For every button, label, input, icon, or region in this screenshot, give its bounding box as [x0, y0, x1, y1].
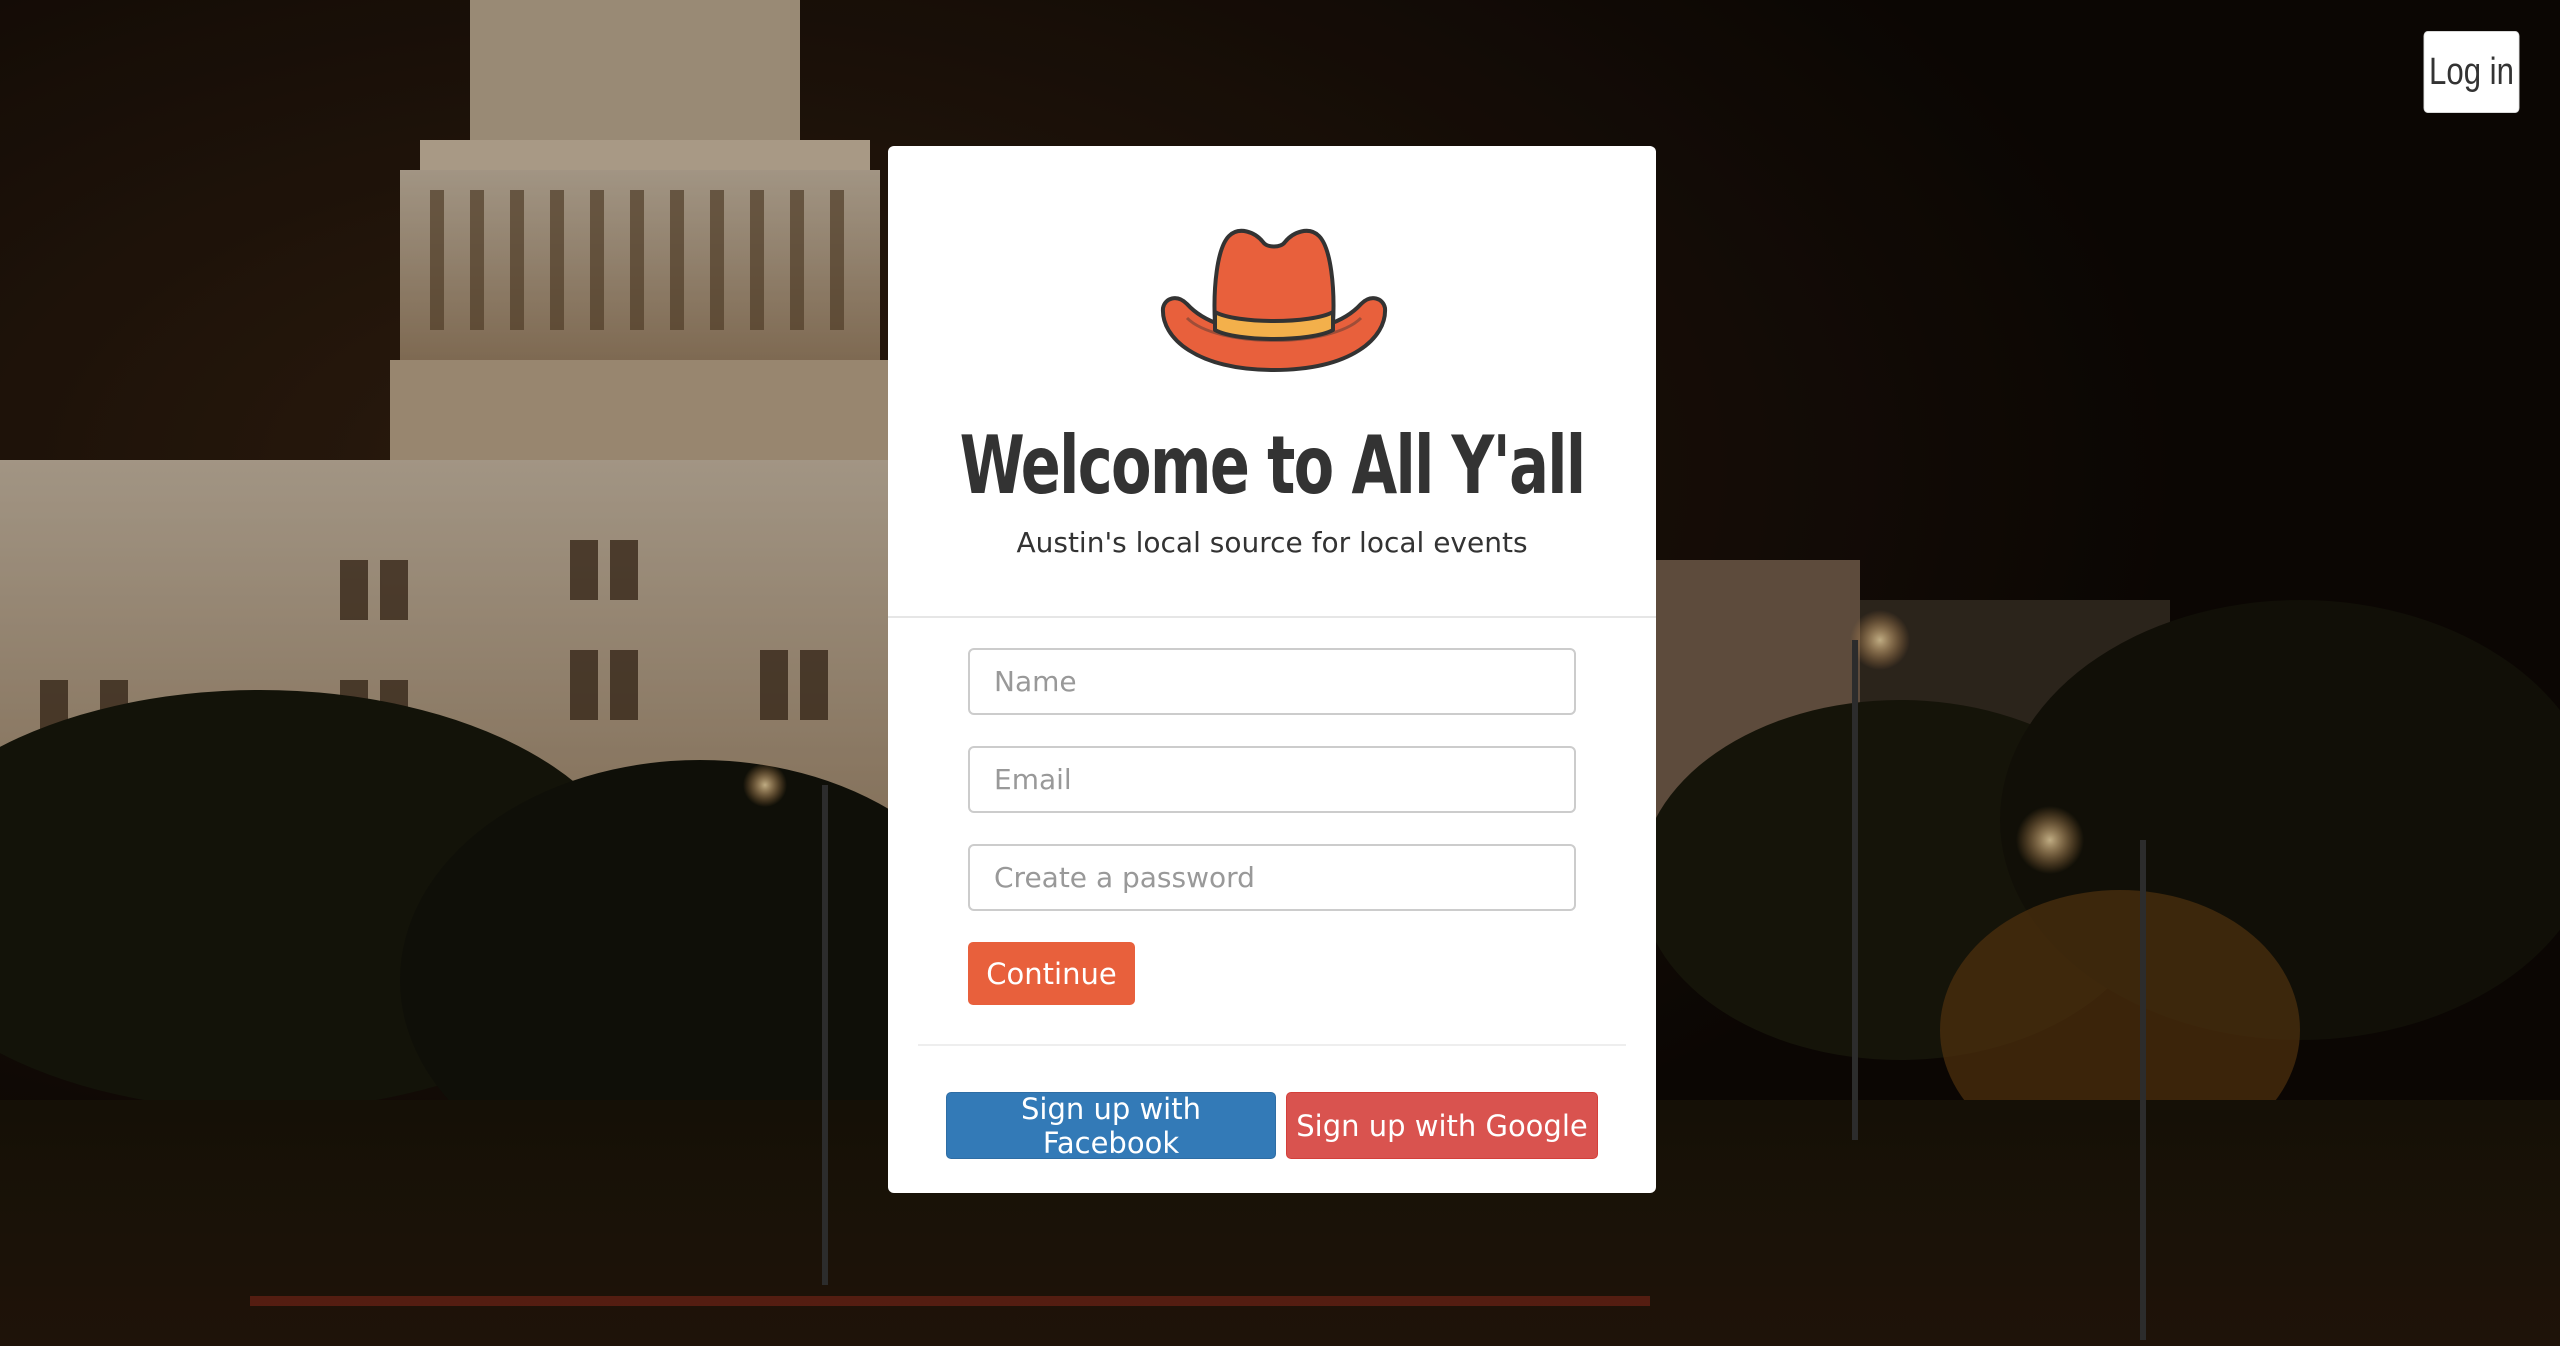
- email-input[interactable]: [968, 746, 1576, 813]
- signup-card: Welcome to All Y'all Austin's local sour…: [888, 146, 1656, 1193]
- continue-button-label: Continue: [986, 956, 1117, 991]
- login-button-label: Log in: [2429, 50, 2514, 93]
- login-button[interactable]: Log in: [2423, 31, 2520, 113]
- facebook-signup-button[interactable]: Sign up with Facebook: [946, 1091, 1276, 1160]
- google-signup-button[interactable]: Sign up with Google: [1286, 1092, 1598, 1159]
- page-title: Welcome to All Y'all: [959, 419, 1586, 512]
- facebook-signup-label: Sign up with Facebook: [1020, 1091, 1201, 1160]
- social-divider: [918, 1044, 1626, 1046]
- name-input[interactable]: [968, 648, 1576, 715]
- header-divider: [888, 616, 1656, 618]
- continue-button[interactable]: Continue: [968, 942, 1135, 1005]
- cowboy-hat-icon: [1160, 228, 1388, 372]
- password-input[interactable]: [968, 844, 1576, 911]
- page-subtitle: Austin's local source for local events: [1016, 526, 1528, 559]
- google-signup-label: Sign up with Google: [1296, 1108, 1588, 1143]
